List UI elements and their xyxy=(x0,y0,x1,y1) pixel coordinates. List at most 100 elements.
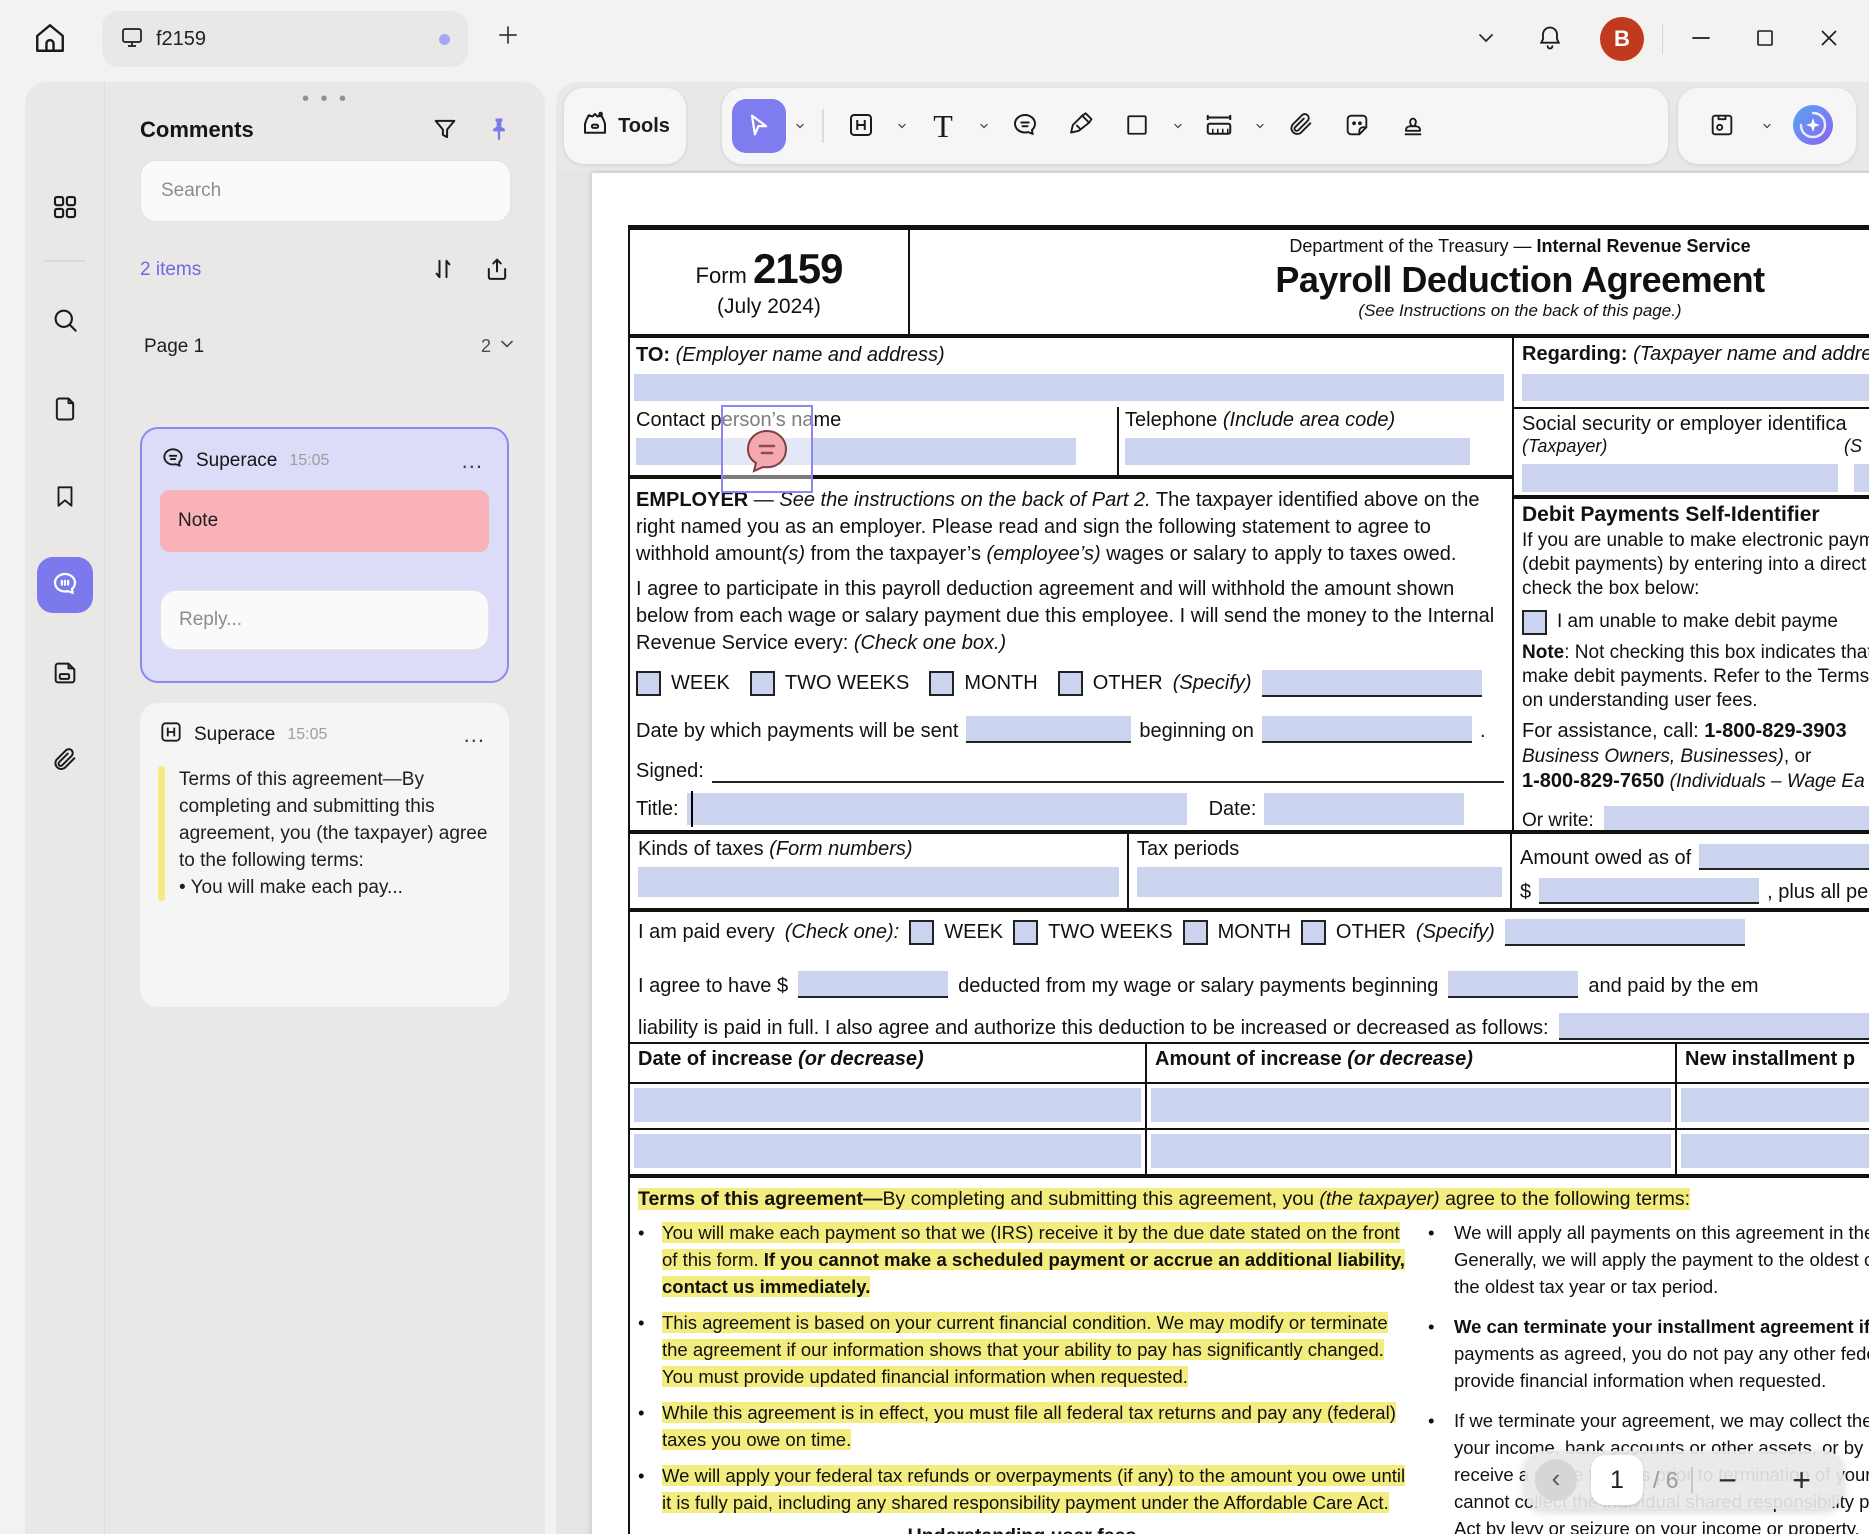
other-checkbox[interactable] xyxy=(1058,671,1083,696)
ai-assistant-button[interactable] xyxy=(1786,99,1840,153)
note-annotation-icon[interactable] xyxy=(741,425,793,482)
sidebar-item-pages[interactable] xyxy=(37,382,93,438)
sidebar-item-bookmarks[interactable] xyxy=(37,469,93,525)
kinds-field[interactable] xyxy=(638,867,1119,897)
paid-month-checkbox[interactable] xyxy=(1183,920,1208,945)
export-comments-button[interactable] xyxy=(477,250,517,290)
debit-checkbox[interactable] xyxy=(1522,610,1547,635)
week-checkbox[interactable] xyxy=(636,671,661,696)
note-annotation-selection[interactable] xyxy=(721,405,813,493)
sidebar-item-attachments[interactable] xyxy=(37,733,93,789)
search-input[interactable] xyxy=(140,160,511,222)
paid-other-checkbox[interactable] xyxy=(1301,920,1326,945)
previous-page-button[interactable]: ‹ xyxy=(1535,1459,1577,1501)
text-tool-chevron[interactable] xyxy=(972,99,996,153)
to-hint: (Employer name and address) xyxy=(670,344,945,366)
comment-more-button[interactable]: ... xyxy=(458,721,491,749)
maximize-button[interactable] xyxy=(1741,15,1789,63)
zoom-out-button[interactable]: − xyxy=(1705,1461,1751,1500)
phone-field[interactable] xyxy=(1125,438,1470,465)
paid-two-weeks-checkbox[interactable] xyxy=(1013,920,1038,945)
other-specify-field[interactable] xyxy=(1262,670,1482,697)
panel-drag-handle[interactable]: • • • xyxy=(302,88,349,111)
notifications-button[interactable] xyxy=(1526,15,1574,63)
current-page-number[interactable]: 1 xyxy=(1591,1455,1643,1505)
sidebar-item-form-fields[interactable] xyxy=(37,646,93,702)
deduction-begin-field[interactable] xyxy=(1448,971,1578,998)
sidebar-item-search[interactable] xyxy=(37,293,93,349)
contact-field[interactable] xyxy=(636,438,1076,465)
document-viewport[interactable]: Form 2159 (July 2024) Department of the … xyxy=(556,170,1869,1534)
zoom-in-button[interactable]: + xyxy=(1779,1461,1825,1500)
highlight-tool-button[interactable] xyxy=(834,99,888,153)
attach-tool-button[interactable] xyxy=(1274,99,1328,153)
stamp-tool-button[interactable] xyxy=(1386,99,1440,153)
dropdown-button[interactable] xyxy=(1462,15,1510,63)
sidebar-item-comments[interactable] xyxy=(37,557,93,613)
taxpayer-name-field[interactable] xyxy=(1522,374,1869,401)
sticker-tool-button[interactable] xyxy=(1330,99,1384,153)
amount-increase-field[interactable] xyxy=(1151,1088,1671,1122)
select-tool-chevron[interactable] xyxy=(788,99,812,153)
period-dot: . xyxy=(1480,720,1486,743)
terms-bullet[interactable]: •This agreement is based on your current… xyxy=(638,1309,1406,1390)
tax-periods-field[interactable] xyxy=(1137,867,1502,897)
filter-button[interactable] xyxy=(425,110,465,150)
highlight-tool-chevron[interactable] xyxy=(890,99,914,153)
new-installment-field[interactable] xyxy=(1681,1134,1869,1168)
terms-bullet[interactable]: •You will make each payment so that we (… xyxy=(638,1219,1406,1300)
employer-name-field[interactable] xyxy=(634,374,1504,401)
title-field[interactable] xyxy=(687,793,1187,825)
avatar[interactable]: B xyxy=(1600,17,1644,61)
date-field[interactable] xyxy=(1264,793,1464,825)
comment-card-highlight[interactable]: Superace 15:05 ... Terms of this agreeme… xyxy=(140,703,509,1007)
amount-owed-field[interactable] xyxy=(1539,878,1759,904)
date-increase-field[interactable] xyxy=(634,1088,1141,1122)
terms-bullet[interactable]: •We will apply your federal tax refunds … xyxy=(638,1462,1406,1516)
shape-tool-chevron[interactable] xyxy=(1166,99,1190,153)
new-installment-field[interactable] xyxy=(1681,1088,1869,1122)
terms-heading[interactable]: Terms of this agreement—By completing an… xyxy=(638,1186,1869,1213)
amount-increase-field[interactable] xyxy=(1151,1134,1671,1168)
tools-button[interactable]: Tools xyxy=(564,88,686,164)
home-button[interactable] xyxy=(26,15,74,63)
new-tab-button[interactable] xyxy=(486,17,530,61)
text-tool-button[interactable]: T xyxy=(916,99,970,153)
reply-input[interactable] xyxy=(160,590,489,650)
scan-tool-chevron[interactable] xyxy=(1755,99,1779,153)
signed-line[interactable] xyxy=(712,757,1504,783)
measure-tool-chevron[interactable] xyxy=(1248,99,1272,153)
measure-tool-button[interactable] xyxy=(1192,99,1246,153)
sidebar-item-thumbnails[interactable] xyxy=(37,180,93,236)
terms-bullet[interactable]: •While this agreement is in effect, you … xyxy=(638,1399,1406,1453)
select-tool-button[interactable] xyxy=(732,99,786,153)
close-button[interactable] xyxy=(1805,15,1853,63)
minimize-button[interactable] xyxy=(1677,15,1725,63)
date-increase-field[interactable] xyxy=(634,1134,1141,1168)
two-weeks-checkbox[interactable] xyxy=(750,671,775,696)
pin-panel-button[interactable] xyxy=(479,110,519,150)
month-checkbox[interactable] xyxy=(929,671,954,696)
document-tab[interactable]: f2159 xyxy=(102,11,468,67)
ssn-spouse-field[interactable] xyxy=(1854,464,1869,492)
comment-more-button[interactable]: ... xyxy=(456,447,489,475)
ssn-taxpayer-field[interactable] xyxy=(1522,464,1838,492)
paid-other-specify-field[interactable] xyxy=(1505,919,1745,946)
pen-tool-button[interactable] xyxy=(1054,99,1108,153)
amount-owed-date-field[interactable] xyxy=(1699,844,1869,870)
liability-field[interactable] xyxy=(1559,1013,1869,1040)
beginning-on-field[interactable] xyxy=(1262,716,1472,743)
date-sent-field[interactable] xyxy=(966,716,1131,743)
note-content[interactable]: Note xyxy=(160,490,489,552)
debit-line: check the box below: xyxy=(1522,577,1869,601)
page-group-header[interactable]: Page 1 2 xyxy=(144,334,517,359)
paid-week-checkbox[interactable] xyxy=(909,920,934,945)
sort-button[interactable] xyxy=(423,250,463,290)
deducted-label: deducted from my wage or salary payments… xyxy=(958,975,1438,998)
comment-tool-button[interactable] xyxy=(998,99,1052,153)
comment-card-note[interactable]: Superace 15:05 ... Note xyxy=(140,427,509,683)
write-address-field[interactable] xyxy=(1604,806,1869,830)
scan-tool-button[interactable] xyxy=(1695,99,1749,153)
deduction-amount-field[interactable] xyxy=(798,971,948,998)
shape-tool-button[interactable] xyxy=(1110,99,1164,153)
